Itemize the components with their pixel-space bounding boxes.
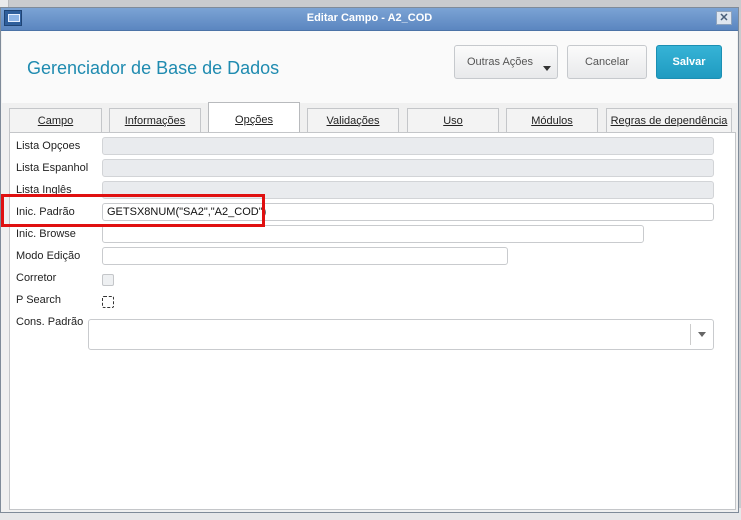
tab-modulos[interactable]: Módulos [506, 108, 598, 132]
tab-opcoes[interactable]: Opções [208, 102, 300, 133]
corretor-label: Corretor [16, 272, 57, 284]
save-button[interactable]: Salvar [656, 45, 722, 79]
modo-edicao-field[interactable] [102, 247, 508, 265]
tab-uso[interactable]: Uso [407, 108, 499, 132]
inic-padrao-label: Inic. Padrão [16, 206, 75, 218]
tab-informacoes[interactable]: Informações [109, 108, 201, 132]
cons-padrao-select[interactable] [88, 319, 714, 350]
close-icon[interactable]: ✕ [716, 11, 732, 25]
dialog-header: Gerenciador de Base de Dados Outras Açõe… [2, 31, 737, 103]
cancel-button[interactable]: Cancelar [567, 45, 647, 79]
more-actions-button[interactable]: Outras Ações [454, 45, 558, 79]
inic-padrao-field[interactable]: GETSX8NUM("SA2","A2_COD") [102, 203, 714, 221]
chevron-down-icon[interactable] [698, 332, 706, 337]
lista-espanhol-label: Lista Espanhol [16, 162, 89, 174]
select-divider [690, 324, 691, 345]
tab-campo[interactable]: Campo [9, 108, 102, 132]
more-actions-label: Outras Ações [467, 56, 534, 68]
lista-opcoes-field [102, 137, 714, 155]
tab-validacoes[interactable]: Validações [307, 108, 399, 132]
inic-browse-label: Inic. Browse [16, 228, 76, 240]
tab-regras-dependencia[interactable]: Regras de dependência [606, 108, 732, 132]
lista-ingles-field [102, 181, 714, 199]
title-bar[interactable]: Editar Campo - A2_COD ✕ [1, 8, 738, 31]
page-title: Gerenciador de Base de Dados [27, 58, 280, 78]
lista-opcoes-label: Lista Opçoes [16, 140, 81, 152]
options-panel: Lista Opçoes Lista Espanhol Lista Inglês… [9, 132, 736, 510]
corretor-checkbox[interactable] [102, 274, 114, 286]
window-title: Editar Campo - A2_COD [306, 12, 433, 24]
p-search-checkbox[interactable] [102, 296, 114, 308]
chevron-down-icon [543, 66, 551, 71]
modo-edicao-label: Modo Edição [16, 250, 81, 262]
p-search-label: P Search [16, 294, 62, 306]
cons-padrao-label: Cons. Padrão [16, 316, 84, 328]
edit-field-dialog: Editar Campo - A2_COD ✕ Gerenciador de B… [0, 7, 739, 513]
inic-browse-field[interactable] [102, 225, 644, 243]
lista-espanhol-field [102, 159, 714, 177]
tab-bar: Campo Informações Opções Validações Uso … [9, 102, 737, 133]
lista-ingles-label: Lista Inglês [16, 184, 72, 196]
